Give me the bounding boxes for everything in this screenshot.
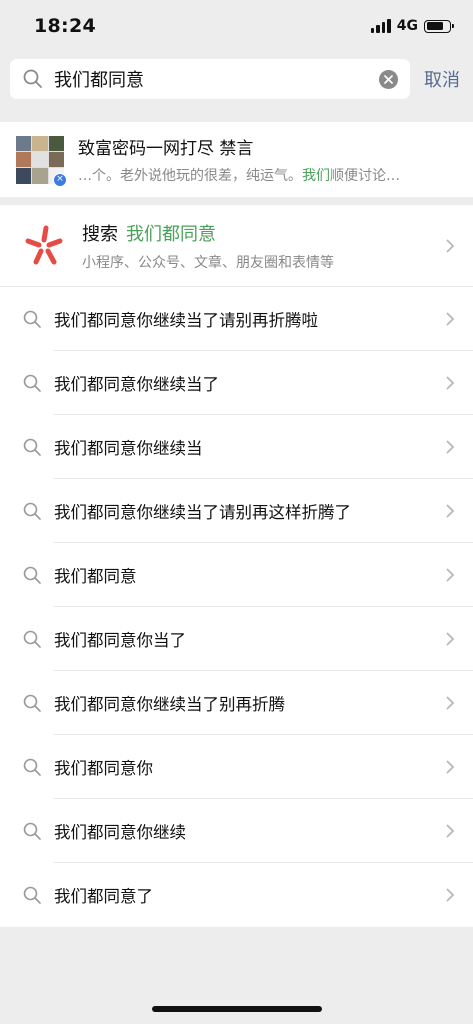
search-icon (23, 566, 41, 584)
search-icon (23, 758, 41, 776)
suggestion-label: 我们都同意你继续当了 (54, 375, 219, 394)
wechat-search-icon (25, 225, 63, 264)
chevron-right-icon (446, 888, 455, 902)
search-icon (23, 694, 41, 712)
status-indicators: 4G (370, 18, 454, 34)
chevron-right-icon (446, 824, 455, 838)
suggestion-label: 我们都同意你继续当了别再折腾 (54, 695, 285, 714)
suggestion-item[interactable]: 我们都同意你继续当了请别再这样折腾了 (0, 479, 473, 543)
search-query[interactable]: 我们都同意 (54, 66, 379, 92)
search-icon (23, 502, 41, 520)
search-all-entry[interactable]: 搜索 我们都同意 小程序、公众号、文章、朋友圈和表情等 (0, 205, 473, 287)
chevron-right-icon (446, 632, 455, 646)
clear-icon[interactable] (379, 69, 398, 89)
search-icon (23, 822, 41, 840)
suggestion-label: 我们都同意你继续当 (54, 439, 203, 458)
suggestion-item[interactable]: 我们都同意你继续当了请别再折腾啦 (0, 287, 473, 351)
chevron-right-icon (446, 312, 455, 326)
search-icon (23, 374, 41, 392)
suggestion-label: 我们都同意了 (54, 887, 153, 906)
suggestion-label: 我们都同意 (54, 567, 137, 586)
chat-snippet: …个。老外说他玩的很差，纯运气。我们顺便讨论… (78, 168, 400, 184)
suggestion-item[interactable]: 我们都同意你继续当 (0, 415, 473, 479)
search-icon (23, 886, 41, 904)
search-input[interactable]: 我们都同意 (10, 59, 410, 99)
suggestion-item[interactable]: 我们都同意你继续 (0, 799, 473, 863)
search-icon (23, 630, 41, 648)
status-bar: 18:24 4G (0, 0, 473, 52)
chat-title: 致富密码一网打尽 禁言 (78, 139, 254, 159)
suggestion-label: 我们都同意你继续当了请别再这样折腾了 (54, 503, 351, 522)
chevron-right-icon (446, 568, 455, 582)
chevron-right-icon (446, 238, 455, 253)
suggestion-item[interactable]: 我们都同意 (0, 543, 473, 607)
suggestion-label: 我们都同意你 (54, 759, 153, 778)
chevron-right-icon (446, 376, 455, 390)
chevron-right-icon (446, 440, 455, 454)
suggestion-item[interactable]: 我们都同意你当了 (0, 607, 473, 671)
suggestion-item[interactable]: 我们都同意了 (0, 863, 473, 927)
suggestion-item[interactable]: 我们都同意你继续当了别再折腾 (0, 671, 473, 735)
search-icon (23, 310, 41, 328)
chevron-right-icon (446, 504, 455, 518)
network-type: 4G (396, 18, 418, 34)
suggestion-item[interactable]: 我们都同意你继续当了 (0, 351, 473, 415)
suggestion-label: 我们都同意你继续当了请别再折腾啦 (54, 311, 318, 330)
group-avatar: × (16, 135, 67, 187)
search-icon (23, 438, 41, 456)
search-icon (23, 69, 42, 88)
search-all-subtitle: 小程序、公众号、文章、朋友圈和表情等 (82, 254, 334, 271)
suggestion-label: 我们都同意你继续 (54, 823, 186, 842)
chevron-right-icon (446, 696, 455, 710)
battery-icon (424, 19, 454, 33)
search-all-title: 搜索 我们都同意 (82, 223, 216, 245)
suggestion-list: 搜索 我们都同意 小程序、公众号、文章、朋友圈和表情等 我们都同意你继续当了请别再… (0, 205, 473, 927)
home-indicator[interactable] (152, 1006, 322, 1012)
chevron-right-icon (446, 760, 455, 774)
search-bar: 我们都同意 取消 (0, 52, 473, 106)
chat-result-card[interactable]: × 致富密码一网打尽 禁言 …个。老外说他玩的很差，纯运气。我们顺便讨论… (0, 122, 473, 197)
suggestion-item[interactable]: 我们都同意你 (0, 735, 473, 799)
mute-badge-icon: × (53, 172, 67, 187)
suggestion-label: 我们都同意你当了 (54, 631, 186, 650)
cancel-button[interactable]: 取消 (424, 66, 460, 92)
status-time: 18:24 (34, 15, 96, 37)
signal-icon (370, 19, 391, 33)
